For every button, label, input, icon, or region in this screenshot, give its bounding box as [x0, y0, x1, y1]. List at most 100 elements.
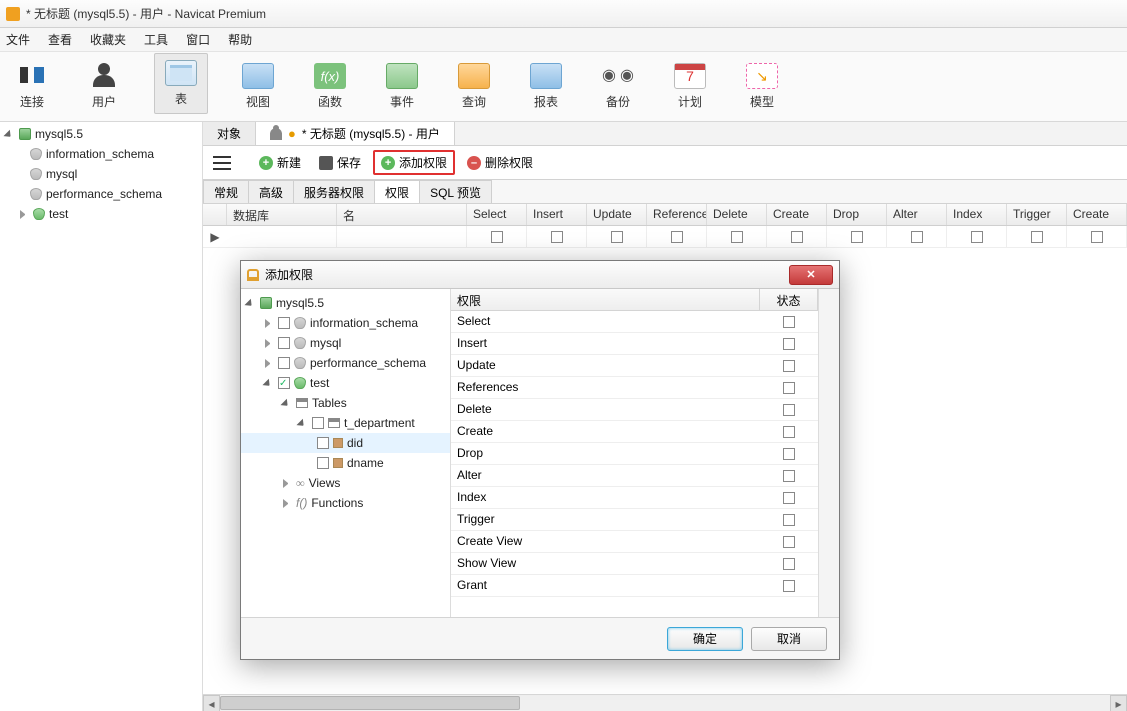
checkbox[interactable] — [731, 231, 743, 243]
subtab-general[interactable]: 常规 — [203, 180, 249, 203]
priv-row[interactable]: Grant — [451, 575, 818, 597]
dlg-tree-table[interactable]: t_department — [241, 413, 450, 433]
checkbox[interactable] — [783, 382, 795, 394]
tree-db[interactable]: mysql — [0, 164, 202, 184]
scroll-left-icon[interactable]: ◂ — [203, 695, 220, 711]
checkbox[interactable] — [911, 231, 923, 243]
checkbox[interactable] — [671, 231, 683, 243]
checkbox[interactable] — [783, 316, 795, 328]
grid-row[interactable]: ▶ — [203, 226, 1127, 248]
checkbox[interactable] — [791, 231, 803, 243]
priv-row[interactable]: Show View — [451, 553, 818, 575]
save-button[interactable]: 保存 — [313, 152, 367, 173]
dlg-tree-db[interactable]: information_schema — [241, 313, 450, 333]
subtab-sql-preview[interactable]: SQL 预览 — [419, 180, 492, 203]
tb-report[interactable]: 报表 — [524, 63, 568, 110]
expand-icon[interactable] — [296, 418, 309, 431]
col-create2[interactable]: Create — [1067, 204, 1127, 225]
checkbox[interactable] — [783, 558, 795, 570]
col-database[interactable]: 数据库 — [227, 204, 337, 225]
checkbox[interactable] — [278, 377, 290, 389]
dlg-tree-tables[interactable]: Tables — [241, 393, 450, 413]
priv-row[interactable]: Select — [451, 311, 818, 333]
scroll-thumb[interactable] — [220, 696, 520, 710]
tb-backup[interactable]: 备份 — [596, 63, 640, 110]
tb-function[interactable]: f(x)函数 — [308, 63, 352, 110]
tb-user[interactable]: 用户 — [82, 63, 126, 110]
dlg-tree-db-test[interactable]: test — [241, 373, 450, 393]
checkbox[interactable] — [278, 317, 290, 329]
tab-objects[interactable]: 对象 — [203, 122, 256, 145]
subtab-server-priv[interactable]: 服务器权限 — [293, 180, 375, 203]
tb-connect[interactable]: 连接 — [10, 63, 54, 110]
dlg-tree-column-did[interactable]: did — [241, 433, 450, 453]
expand-icon[interactable] — [262, 378, 275, 391]
checkbox[interactable] — [783, 360, 795, 372]
tab-current-user[interactable]: ● * 无标题 (mysql5.5) - 用户 — [256, 122, 455, 145]
add-privilege-button[interactable]: +添加权限 — [373, 150, 455, 175]
checkbox[interactable] — [783, 536, 795, 548]
col-alter[interactable]: Alter — [887, 204, 947, 225]
col-priv[interactable]: 权限 — [451, 289, 760, 310]
expand-icon[interactable] — [265, 319, 274, 328]
tb-table[interactable]: 表 — [154, 53, 208, 114]
tree-db[interactable]: performance_schema — [0, 184, 202, 204]
checkbox[interactable] — [783, 426, 795, 438]
priv-row[interactable]: Create — [451, 421, 818, 443]
checkbox[interactable] — [783, 448, 795, 460]
checkbox[interactable] — [491, 231, 503, 243]
checkbox[interactable] — [1091, 231, 1103, 243]
priv-row[interactable]: Drop — [451, 443, 818, 465]
dlg-tree-db[interactable]: mysql — [241, 333, 450, 353]
expand-icon[interactable] — [3, 129, 16, 142]
cancel-button[interactable]: 取消 — [751, 627, 827, 651]
checkbox[interactable] — [783, 338, 795, 350]
checkbox[interactable] — [783, 492, 795, 504]
ok-button[interactable]: 确定 — [667, 627, 743, 651]
col-status[interactable]: 状态 — [760, 289, 818, 310]
priv-row[interactable]: References — [451, 377, 818, 399]
expand-icon[interactable] — [265, 359, 274, 368]
priv-row[interactable]: Create View — [451, 531, 818, 553]
dialog-tree[interactable]: mysql5.5 information_schema mysql perfor… — [241, 289, 451, 617]
menu-file[interactable]: 文件 — [6, 31, 30, 48]
expand-icon[interactable] — [283, 499, 292, 508]
checkbox[interactable] — [317, 457, 329, 469]
col-delete[interactable]: Delete — [707, 204, 767, 225]
priv-row[interactable]: Trigger — [451, 509, 818, 531]
col-update[interactable]: Update — [587, 204, 647, 225]
checkbox[interactable] — [1031, 231, 1043, 243]
horizontal-scrollbar[interactable]: ◂ ▸ — [203, 694, 1127, 711]
tree-server[interactable]: mysql5.5 — [0, 124, 202, 144]
checkbox[interactable] — [783, 470, 795, 482]
dlg-tree-views[interactable]: ∞Views — [241, 473, 450, 493]
checkbox[interactable] — [278, 337, 290, 349]
dialog-titlebar[interactable]: 添加权限 ✕ — [241, 261, 839, 289]
expand-icon[interactable] — [283, 479, 292, 488]
tb-schedule[interactable]: 计划 — [668, 63, 712, 110]
checkbox[interactable] — [551, 231, 563, 243]
tb-view[interactable]: 视图 — [236, 63, 280, 110]
new-button[interactable]: +新建 — [253, 152, 307, 173]
tb-query[interactable]: 查询 — [452, 63, 496, 110]
expand-icon[interactable] — [20, 210, 29, 219]
checkbox[interactable] — [851, 231, 863, 243]
col-index[interactable]: Index — [947, 204, 1007, 225]
expand-icon[interactable] — [280, 398, 293, 411]
priv-row[interactable]: Insert — [451, 333, 818, 355]
close-button[interactable]: ✕ — [789, 265, 833, 285]
expand-icon[interactable] — [265, 339, 274, 348]
checkbox[interactable] — [611, 231, 623, 243]
dialog-scrollbar[interactable] — [819, 289, 839, 617]
col-insert[interactable]: Insert — [527, 204, 587, 225]
subtab-priv[interactable]: 权限 — [374, 180, 420, 203]
tree-db[interactable]: information_schema — [0, 144, 202, 164]
checkbox[interactable] — [783, 514, 795, 526]
checkbox[interactable] — [783, 580, 795, 592]
checkbox[interactable] — [278, 357, 290, 369]
priv-row[interactable]: Delete — [451, 399, 818, 421]
col-trigger[interactable]: Trigger — [1007, 204, 1067, 225]
menu-window[interactable]: 窗口 — [186, 31, 210, 48]
dialog-priv-grid[interactable]: 权限 状态 SelectInsertUpdateReferencesDelete… — [451, 289, 819, 617]
checkbox[interactable] — [312, 417, 324, 429]
